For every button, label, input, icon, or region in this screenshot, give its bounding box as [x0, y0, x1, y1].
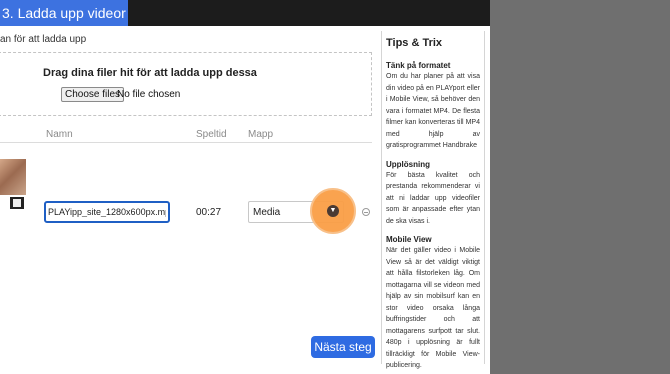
column-header-duration: Speltid: [196, 129, 227, 140]
tip-body: Om du har planer på att visa din video p…: [386, 73, 480, 149]
video-duration: 00:27: [196, 207, 222, 218]
tip-heading: Upplösning: [386, 159, 430, 169]
tips-panel: Tips & Trix Tänk på formatet Om du har p…: [381, 31, 485, 369]
drop-zone-title: Drag dina filer hit för att ladda upp de…: [43, 67, 257, 79]
choose-files-button[interactable]: Choose files: [61, 87, 125, 102]
column-header-name: Namn: [46, 129, 73, 140]
intro-text: an för att ladda upp: [0, 34, 87, 45]
tip-body: För bästa kvalitet och prestanda rekomme…: [386, 171, 480, 225]
tips-title: Tips & Trix: [386, 37, 443, 49]
tip-heading: Mobile View: [386, 235, 432, 244]
remove-icon[interactable]: [362, 208, 370, 216]
video-thumbnail: [0, 159, 26, 195]
upload-page: an för att ladda upp Drag dina filer hit…: [0, 26, 490, 374]
film-icon: [10, 197, 24, 209]
background-overlay: [490, 0, 670, 374]
click-highlight: ▼: [310, 188, 356, 234]
chevron-down-icon[interactable]: ▼: [327, 205, 339, 217]
tip-body: När det gäller video i Mobile View så är…: [386, 247, 480, 369]
header-divider: [0, 142, 372, 143]
top-bar: 3. Ladda upp videor: [0, 0, 490, 26]
step-tab-upload-videos[interactable]: 3. Ladda upp videor: [0, 0, 128, 26]
video-name-input[interactable]: [44, 201, 170, 223]
no-file-text: No file chosen: [117, 89, 181, 100]
column-header-folder: Mapp: [248, 129, 274, 140]
drop-zone[interactable]: Drag dina filer hit för att ladda upp de…: [0, 52, 372, 116]
tip-heading: Tänk på formatet: [386, 61, 451, 70]
next-step-button[interactable]: Nästa steg: [311, 336, 375, 358]
folder-select-value: Media: [253, 207, 281, 218]
